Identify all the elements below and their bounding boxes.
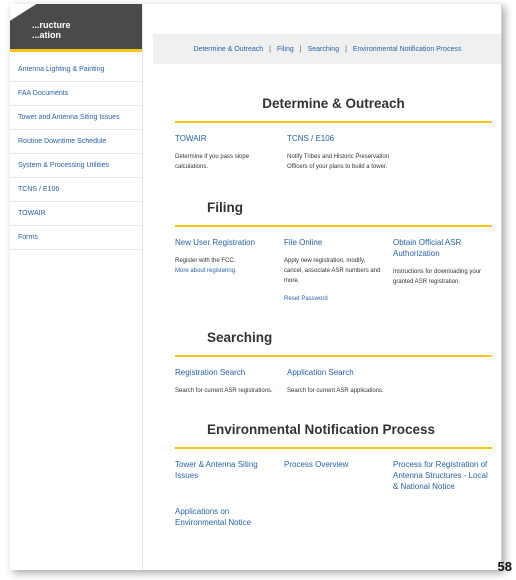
section-title-environmental: Environmental Notification Process: [175, 422, 492, 449]
main-content: Determine & Outreach | Filing | Searchin…: [153, 4, 501, 570]
application-search-description: Search for current ASR applications.: [287, 388, 384, 394]
top-nav: Determine & Outreach | Filing | Searchin…: [153, 34, 501, 64]
tcns-link[interactable]: TCNS / E106: [287, 133, 391, 144]
topnav-separator: |: [269, 45, 271, 53]
topnav-environmental[interactable]: Environmental Notification Process: [353, 46, 462, 53]
application-search-link[interactable]: Application Search: [287, 367, 391, 378]
section-title-determine: Determine & Outreach: [175, 96, 492, 123]
registration-search-description: Search for current ASR registrations.: [175, 388, 273, 394]
page-number: 58: [497, 559, 512, 574]
sidebar-item-siting-issues[interactable]: Tower and Antenna Siting Issues: [10, 106, 142, 130]
searching-columns: Registration Search Search for current A…: [175, 367, 501, 396]
siting-issues-link[interactable]: Tower & Antenna Siting Issues: [175, 459, 276, 481]
sidebar-item-towair[interactable]: TOWAIR: [10, 202, 142, 226]
section-title-filing: Filing: [175, 200, 492, 227]
sidebar-title-line2: ...ation: [32, 30, 61, 40]
sidebar-item-downtime-schedule[interactable]: Routine Downtime Schedule: [10, 130, 142, 154]
topnav-searching[interactable]: Searching: [308, 46, 340, 53]
environmental-columns: Tower & Antenna Siting Issues Process Ov…: [175, 459, 501, 500]
sidebar-item-tcns[interactable]: TCNS / E106: [10, 178, 142, 202]
obtain-authorization-description: Instructions for downloading your grante…: [393, 269, 482, 285]
file-online-description: Apply new registration, modify, cancel, …: [284, 258, 381, 284]
tcns-description: Notify Tribes and Historic Preservation …: [287, 154, 390, 170]
reset-password-link[interactable]: Reset Password: [284, 294, 385, 304]
sidebar-item-processing-utilities[interactable]: System & Processing Utilities: [10, 154, 142, 178]
environmental-columns-row2: Applications on Environmental Notice: [175, 506, 501, 536]
topnav-filing[interactable]: Filing: [277, 46, 294, 53]
sidebar-title: ...ructure ...ation: [10, 4, 142, 52]
obtain-authorization-link[interactable]: Obtain Official ASR Authorization: [393, 237, 494, 259]
section-title-searching: Searching: [175, 330, 492, 357]
applications-environmental-link[interactable]: Applications on Environmental Notice: [175, 506, 279, 528]
new-user-registration-link[interactable]: New User Registration: [175, 237, 276, 248]
more-about-registering-link[interactable]: More about registering.: [175, 266, 276, 276]
topnav-separator: |: [345, 45, 347, 53]
filing-columns: New User Registration Register with the …: [175, 237, 501, 304]
slide-frame: ...ructure ...ation Antenna Lighting & P…: [10, 4, 502, 570]
registration-search-link[interactable]: Registration Search: [175, 367, 279, 378]
topnav-determine[interactable]: Determine & Outreach: [194, 46, 264, 53]
sidebar-item-faa-documents[interactable]: FAA Documents: [10, 82, 142, 106]
sidebar-item-antenna-lighting[interactable]: Antenna Lighting & Painting: [10, 58, 142, 82]
process-registration-link[interactable]: Process for Registration of Antenna Stru…: [393, 459, 494, 492]
sidebar-title-line1: ...ructure: [32, 20, 71, 30]
sidebar: ...ructure ...ation Antenna Lighting & P…: [10, 4, 143, 570]
file-online-link[interactable]: File Online: [284, 237, 385, 248]
process-overview-link[interactable]: Process Overview: [284, 459, 385, 470]
new-user-description: Register with the FCC.: [175, 258, 236, 264]
towair-description: Determine if you pass slope calculations…: [175, 154, 250, 170]
topnav-separator: |: [299, 45, 302, 53]
determine-columns: TOWAIR Determine if you pass slope calcu…: [175, 133, 501, 172]
towair-link[interactable]: TOWAIR: [175, 133, 279, 144]
sidebar-item-forms[interactable]: Forms: [10, 226, 142, 250]
